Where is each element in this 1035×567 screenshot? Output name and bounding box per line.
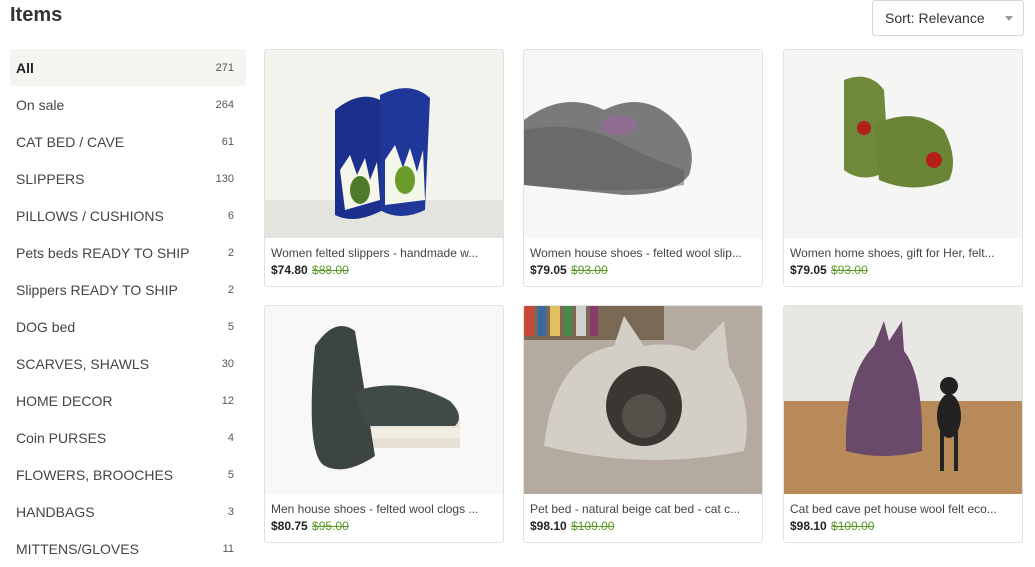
category-item-scarves[interactable]: SCARVES, SHAWLS 30 <box>10 345 246 382</box>
category-item-slippers[interactable]: SLIPPERS 130 <box>10 160 246 197</box>
listing-price: $74.80 <box>271 263 308 277</box>
category-item-cat-bed[interactable]: CAT BED / CAVE 61 <box>10 123 246 160</box>
category-label: Pets beds READY TO SHIP <box>16 244 190 261</box>
category-count: 264 <box>215 98 234 111</box>
sort-label: Sort: Relevance <box>885 10 985 26</box>
category-item-pets-beds-ready[interactable]: Pets beds READY TO SHIP 2 <box>10 234 246 271</box>
listing-title[interactable]: Cat bed cave pet house wool felt eco... <box>790 502 1016 516</box>
chevron-down-icon <box>1005 16 1013 21</box>
category-item-all[interactable]: All 271 <box>10 49 246 86</box>
listing-original-price: $88.00 <box>312 263 349 277</box>
category-count: 6 <box>227 209 234 222</box>
category-label: On sale <box>16 96 65 113</box>
category-count: 5 <box>227 320 234 333</box>
listing-card[interactable]: Women felted slippers - handmade w... $7… <box>264 49 504 287</box>
category-count: 12 <box>221 394 234 407</box>
product-image[interactable] <box>784 306 1022 494</box>
category-label: FLOWERS, BROOCHES <box>16 466 174 483</box>
listing-title[interactable]: Pet bed - natural beige cat bed - cat c.… <box>530 502 756 516</box>
listing-price: $79.05 <box>790 263 827 277</box>
category-count: 5 <box>227 468 234 481</box>
listing-price: $98.10 <box>790 519 827 533</box>
category-label: DOG bed <box>16 318 76 335</box>
listing-card[interactable]: Pet bed - natural beige cat bed - cat c.… <box>523 305 763 543</box>
listing-title[interactable]: Women felted slippers - handmade w... <box>271 246 497 260</box>
listing-original-price: $109.00 <box>831 519 875 533</box>
category-count: 61 <box>221 135 234 148</box>
category-count: 130 <box>215 172 234 185</box>
category-item-handbags[interactable]: HANDBAGS 3 <box>10 493 246 530</box>
category-item-pillows[interactable]: PILLOWS / CUSHIONS 6 <box>10 197 246 234</box>
category-item-home-decor[interactable]: HOME DECOR 12 <box>10 382 246 419</box>
category-label: SCARVES, SHAWLS <box>16 355 150 372</box>
listing-original-price: $109.00 <box>571 519 615 533</box>
category-label: HOME DECOR <box>16 392 113 409</box>
category-count: 2 <box>227 246 234 259</box>
listing-title[interactable]: Women house shoes - felted wool slip... <box>530 246 756 260</box>
category-item-flowers[interactable]: FLOWERS, BROOCHES 5 <box>10 456 246 493</box>
listing-title[interactable]: Women home shoes, gift for Her, felt... <box>790 246 1016 260</box>
category-count: 11 <box>222 542 234 555</box>
product-image[interactable] <box>524 306 762 494</box>
listing-original-price: $95.00 <box>312 519 349 533</box>
listing-card[interactable]: Cat bed cave pet house wool felt eco... … <box>783 305 1023 543</box>
category-item-mittens[interactable]: MITTENS/GLOVES 11 <box>10 530 246 567</box>
category-item-on-sale[interactable]: On sale 264 <box>10 86 246 123</box>
product-image[interactable] <box>265 50 503 238</box>
sort-dropdown[interactable]: Sort: Relevance <box>872 0 1024 36</box>
category-sidebar: All 271 On sale 264 CAT BED / CAVE 61 SL… <box>10 49 246 567</box>
listing-price: $80.75 <box>271 519 308 533</box>
category-item-slippers-ready[interactable]: Slippers READY TO SHIP 2 <box>10 271 246 308</box>
listing-price: $98.10 <box>530 519 567 533</box>
category-item-dog-bed[interactable]: DOG bed 5 <box>10 308 246 345</box>
category-label: CAT BED / CAVE <box>16 133 125 150</box>
category-item-coin-purses[interactable]: Coin PURSES 4 <box>10 419 246 456</box>
product-image[interactable] <box>524 50 762 238</box>
category-label: All <box>16 59 34 76</box>
category-count: 4 <box>227 431 234 444</box>
category-count: 2 <box>227 283 234 296</box>
category-label: PILLOWS / CUSHIONS <box>16 207 164 224</box>
product-image[interactable] <box>784 50 1022 238</box>
listing-original-price: $93.00 <box>831 263 868 277</box>
page-title: Items <box>10 4 63 26</box>
category-label: Slippers READY TO SHIP <box>16 281 178 298</box>
listing-price: $79.05 <box>530 263 567 277</box>
category-label: MITTENS/GLOVES <box>16 540 139 557</box>
listing-card[interactable]: Women house shoes - felted wool slip... … <box>523 49 763 287</box>
product-image[interactable] <box>265 306 503 494</box>
listing-card[interactable]: Men house shoes - felted wool clogs ... … <box>264 305 504 543</box>
category-label: HANDBAGS <box>16 503 95 520</box>
category-label: SLIPPERS <box>16 170 85 187</box>
category-count: 3 <box>227 505 234 518</box>
listing-card[interactable]: Women home shoes, gift for Her, felt... … <box>783 49 1023 287</box>
category-label: Coin PURSES <box>16 429 107 446</box>
category-count: 271 <box>215 61 234 74</box>
listing-original-price: $93.00 <box>571 263 608 277</box>
listing-title[interactable]: Men house shoes - felted wool clogs ... <box>271 502 497 516</box>
category-count: 30 <box>221 357 234 370</box>
